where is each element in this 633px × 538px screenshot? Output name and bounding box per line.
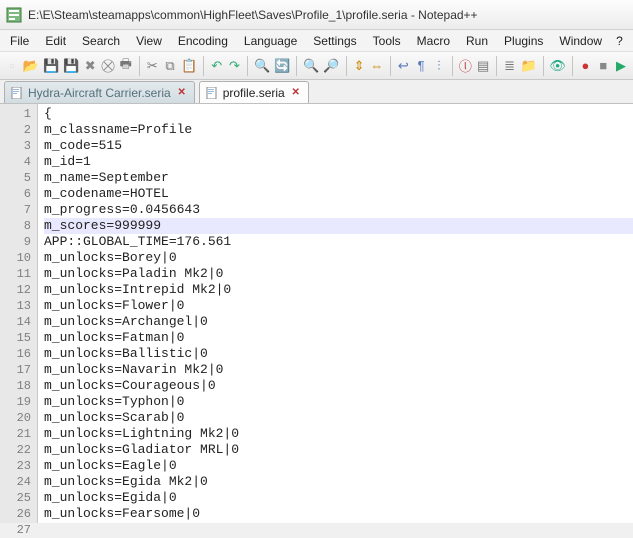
window-title: E:\E\Steam\steamapps\common\HighFleet\Sa… [28,8,478,22]
open-file-icon[interactable]: 📂 [22,55,40,77]
toolbar-separator [203,56,204,76]
tab-label: profile.seria [223,86,285,100]
tabbar: Hydra-Aircraft Carrier.seria✕profile.ser… [0,80,633,104]
menu-language[interactable]: Language [236,32,305,50]
code-line[interactable]: m_unlocks=Courageous|0 [44,378,633,394]
lang-icon[interactable]: ⓛ [457,55,473,77]
monitor-icon[interactable]: 👁 [548,55,567,77]
menu-edit[interactable]: Edit [37,32,74,50]
tab-0[interactable]: Hydra-Aircraft Carrier.seria ✕ [4,81,195,103]
record-icon[interactable]: ● [578,55,594,77]
code-line[interactable]: m_unlocks=Borey|0 [44,250,633,266]
code-line[interactable]: m_code=515 [44,138,633,154]
toolbar-separator [247,56,248,76]
toolbar-separator [496,56,497,76]
code-line[interactable]: m_classname=Profile [44,122,633,138]
stop-icon[interactable]: ■ [595,55,611,77]
paste-icon[interactable]: 📋 [180,55,198,77]
code-line[interactable]: m_scores=999999 [44,218,633,234]
tab-1[interactable]: profile.seria ✕ [199,81,309,103]
menu-tools[interactable]: Tools [365,32,409,50]
toolbar-separator [572,56,573,76]
toolbar-separator [296,56,297,76]
cut-icon[interactable]: ✂ [144,55,160,77]
zoom-out-icon[interactable]: 🔎 [322,55,340,77]
code-line[interactable]: { [44,106,633,122]
find-icon[interactable]: 🔍 [253,55,271,77]
print-icon[interactable]: 🖶 [118,55,134,77]
code-line[interactable]: m_unlocks=Fatman|0 [44,330,633,346]
code-line[interactable]: m_name=September [44,170,633,186]
func-list-icon[interactable]: ≣ [502,55,518,77]
code-line[interactable]: m_unlocks=Flower|0 [44,298,633,314]
menu-encoding[interactable]: Encoding [170,32,236,50]
toolbar-separator [452,56,453,76]
play-icon[interactable]: ▶ [613,55,629,77]
titlebar: E:\E\Steam\steamapps\common\HighFleet\Sa… [0,0,633,30]
menu-file[interactable]: File [2,32,37,50]
redo-icon[interactable]: ↷ [227,55,243,77]
menu-settings[interactable]: Settings [305,32,364,50]
toolbar: ▫📂💾💾✖⛒🖶✂⧉📋↶↷🔍🔄🔍🔎⇕⇔↩¶⫶ⓛ▤≣📁👁●■▶ [0,52,633,80]
code-line[interactable]: m_unlocks=Gladiator MRL|0 [44,442,633,458]
replace-icon[interactable]: 🔄 [273,55,291,77]
menubar: FileEditSearchViewEncodingLanguageSettin… [0,30,633,52]
code-line[interactable]: m_id=1 [44,154,633,170]
indent-guide-icon[interactable]: ⫶ [431,55,447,77]
app-icon [6,7,22,23]
undo-icon[interactable]: ↶ [209,55,225,77]
toolbar-separator [346,56,347,76]
code-line[interactable]: m_progress=0.0456643 [44,202,633,218]
code-line[interactable]: m_unlocks=Navarin Mk2|0 [44,362,633,378]
code-line[interactable]: m_unlocks=Eagle|0 [44,458,633,474]
save-all-icon[interactable]: 💾 [62,55,80,77]
menu-[interactable]: ? [610,32,629,50]
file-icon [11,87,23,99]
line-gutter: 1234567891011121314151617181920212223242… [0,104,38,523]
code-line[interactable]: m_unlocks=Fearsome|0 [44,506,633,522]
menu-plugins[interactable]: Plugins [496,32,551,50]
editor: 1234567891011121314151617181920212223242… [0,104,633,523]
code-line[interactable]: m_unlocks=Paladin Mk2|0 [44,266,633,282]
code-area[interactable]: {m_classname=Profilem_code=515m_id=1m_na… [38,104,633,523]
menu-window[interactable]: Window [551,32,610,50]
code-line[interactable]: m_unlocks=Lightning Mk2|0 [44,426,633,442]
close-all-icon[interactable]: ⛒ [100,55,116,77]
doc-map-icon[interactable]: ▤ [475,55,491,77]
tab-close-icon[interactable]: ✕ [290,87,302,99]
code-line[interactable]: m_unlocks=Typhon|0 [44,394,633,410]
code-line[interactable]: m_unlocks=Scarab|0 [44,410,633,426]
menu-macro[interactable]: Macro [409,32,458,50]
code-line[interactable]: m_unlocks=Intrepid Mk2|0 [44,282,633,298]
tab-label: Hydra-Aircraft Carrier.seria [28,86,171,100]
toolbar-separator [139,56,140,76]
copy-icon[interactable]: ⧉ [162,55,178,77]
tab-close-icon[interactable]: ✕ [176,87,188,99]
allchars-icon[interactable]: ¶ [413,55,429,77]
menu-run[interactable]: Run [458,32,496,50]
zoom-in-icon[interactable]: 🔍 [302,55,320,77]
code-line[interactable]: m_codename=HOTEL [44,186,633,202]
sync-v-icon[interactable]: ⇕ [351,55,367,77]
file-icon [206,87,218,99]
close-icon[interactable]: ✖ [82,55,98,77]
menu-search[interactable]: Search [74,32,128,50]
code-line[interactable]: m_unlocks=Ballistic|0 [44,346,633,362]
new-file-icon[interactable]: ▫ [4,55,20,77]
code-line[interactable]: APP::GLOBAL_TIME=176.561 [44,234,633,250]
toolbar-separator [543,56,544,76]
wordwrap-icon[interactable]: ↩ [395,55,411,77]
code-line[interactable]: m_unlocks=Egida|0 [44,490,633,506]
menu-view[interactable]: View [128,32,170,50]
toolbar-separator [390,56,391,76]
save-icon[interactable]: 💾 [42,55,60,77]
code-line[interactable]: m_unlocks=Archangel|0 [44,314,633,330]
folder-icon[interactable]: 📁 [520,55,538,77]
code-line[interactable]: m_unlocks=Egida Mk2|0 [44,474,633,490]
sync-h-icon[interactable]: ⇔ [369,55,385,77]
